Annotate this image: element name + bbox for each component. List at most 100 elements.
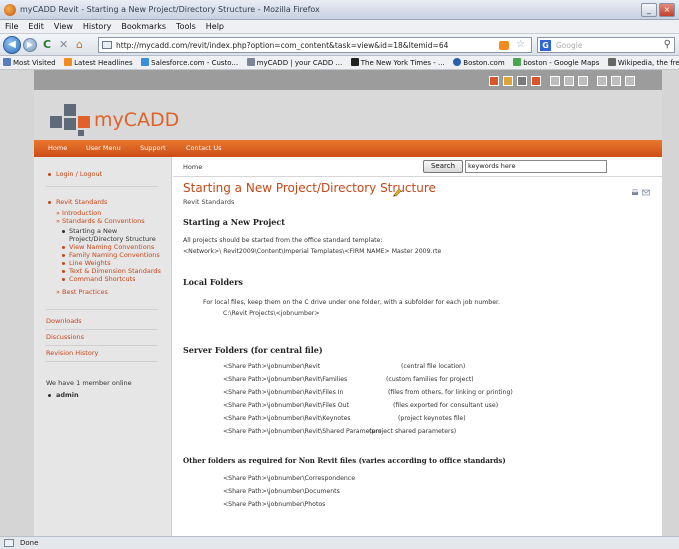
edit-pencil-icon[interactable] <box>392 187 402 197</box>
color-swatch-icon[interactable] <box>531 76 541 86</box>
other-folder-path: <Share Path>\jobnumber\Correspondence <box>223 475 356 482</box>
forward-arrow-icon: ▶ <box>26 40 34 49</box>
email-icon[interactable] <box>642 189 650 196</box>
sidebar-item-view-naming[interactable]: View Naming Conventions <box>69 243 154 251</box>
bookmark-label: Latest Headlines <box>74 59 133 67</box>
forward-button[interactable]: ▶ <box>23 38 37 52</box>
font-size-icon[interactable] <box>550 76 560 86</box>
bookmark-wikipedia[interactable]: Wikipedia, the free enc... <box>605 56 679 69</box>
sidebar-item-label: Introduction <box>62 209 102 217</box>
sidebar-item-starting-new[interactable]: Starting a New <box>69 227 117 235</box>
sidebar-item-line-weights[interactable]: Line Weights <box>69 259 111 267</box>
salesforce-icon <box>141 58 150 66</box>
stop-icon[interactable]: ✕ <box>59 38 68 52</box>
rss-feed-icon[interactable] <box>499 41 509 50</box>
sidebar-item-project-directory[interactable]: Project/Directory Structure <box>69 235 156 243</box>
window-titlebar: myCADD Revit - Starting a New Project/Di… <box>0 0 679 20</box>
nav-user-menu[interactable]: User Menu <box>86 144 121 152</box>
sidebar-item-family-naming[interactable]: Family Naming Conventions <box>69 251 160 259</box>
close-icon: × <box>663 5 671 14</box>
layout-width-icon[interactable] <box>611 76 621 86</box>
server-folder-desc: (project shared parameters) <box>369 428 457 435</box>
magnifier-icon[interactable]: ⚲ <box>664 39 671 50</box>
close-window-button[interactable]: × <box>659 3 675 17</box>
bookmark-boston[interactable]: Boston.com <box>450 56 507 69</box>
sidebar-item-introduction[interactable]: » Introduction <box>56 209 101 217</box>
menu-help[interactable]: Help <box>201 20 229 33</box>
heading-other-folders: Other folders as required for Non Revit … <box>183 456 506 465</box>
rss-bookmark-icon <box>64 58 73 66</box>
nav-contact-us[interactable]: Contact Us <box>186 144 222 152</box>
site-search-input[interactable]: keywords here <box>465 160 607 173</box>
sidebar-divider <box>46 345 158 346</box>
color-swatch-icon[interactable] <box>503 76 513 86</box>
bookmark-star-icon[interactable]: ☆ <box>516 39 525 50</box>
server-folder-path: <Share Path>\jobnumber\Revit\Keynotes <box>223 415 351 422</box>
home-icon[interactable]: ⌂ <box>76 38 83 52</box>
google-engine-icon[interactable]: G <box>540 40 551 51</box>
sidebar-item-command-shortcuts[interactable]: Command Shortcuts <box>69 275 136 283</box>
font-size-icon[interactable] <box>564 76 574 86</box>
server-folder-path: <Share Path>\jobnumber\Revit\Families <box>223 376 348 383</box>
bookmark-label: Wikipedia, the free enc... <box>617 59 679 67</box>
menu-bookmarks[interactable]: Bookmarks <box>116 20 171 33</box>
sidebar-item-text-dimension[interactable]: Text & Dimension Standards <box>69 267 161 275</box>
browser-search-box[interactable]: G Google ⚲ <box>537 37 675 53</box>
bookmark-mycadd[interactable]: myCADD | your CADD ... <box>244 56 346 69</box>
server-folder-path: <Share Path>\jobnumber\Revit\Files Out <box>223 402 350 409</box>
layout-width-icon[interactable] <box>597 76 607 86</box>
sidebar-item-standards-conventions[interactable]: » Standards & Conventions <box>56 217 145 225</box>
online-user-admin[interactable]: admin <box>56 391 79 399</box>
address-bar[interactable]: http://mycadd.com/revit/index.php?option… <box>98 37 532 53</box>
sidebar-item-login[interactable]: Login / Logout <box>56 170 102 178</box>
site-search-button[interactable]: Search <box>423 160 463 173</box>
sidebar-divider <box>46 309 158 310</box>
bullet-icon <box>62 262 65 265</box>
main-content: Home Search keywords here Starting a New… <box>173 157 662 536</box>
other-folder-path: <Share Path>\jobnumber\Photos <box>223 501 326 508</box>
firefox-icon <box>4 4 16 16</box>
bookmark-label: Most Visited <box>13 59 56 67</box>
breadcrumb[interactable]: Home <box>183 163 202 171</box>
bookmark-google-maps[interactable]: boston - Google Maps <box>510 56 602 69</box>
menu-edit[interactable]: Edit <box>23 20 49 33</box>
sidebar-item-revit-standards[interactable]: Revit Standards <box>56 198 107 206</box>
font-size-icon[interactable] <box>578 76 588 86</box>
address-url: http://mycadd.com/revit/index.php?option… <box>116 41 449 50</box>
bookmark-most-visited[interactable]: Most Visited <box>0 56 59 69</box>
section1-template-path: <Network>\ Revit2009\Content\Imperial Te… <box>183 248 442 255</box>
menu-file[interactable]: File <box>0 20 23 33</box>
bookmark-latest-headlines[interactable]: Latest Headlines <box>61 56 135 69</box>
page-viewport: myCADD Home User Menu Support Contact Us… <box>0 70 679 536</box>
layout-width-icon[interactable] <box>625 76 635 86</box>
color-swatch-icon[interactable] <box>517 76 527 86</box>
top-strip <box>34 70 662 90</box>
wikipedia-icon <box>607 58 616 66</box>
nav-home[interactable]: Home <box>48 144 67 152</box>
bullet-icon <box>62 278 65 281</box>
bullet-icon <box>48 173 51 176</box>
menu-bar: File Edit View History Bookmarks Tools Help <box>0 20 679 34</box>
minimize-button[interactable]: _ <box>641 3 657 17</box>
bookmarks-toolbar: Most Visited Latest Headlines Salesforce… <box>0 56 679 70</box>
menu-tools[interactable]: Tools <box>171 20 201 33</box>
print-icon[interactable] <box>631 189 639 196</box>
site-logo-text[interactable]: myCADD <box>94 109 179 131</box>
menu-view[interactable]: View <box>49 20 78 33</box>
bookmark-nytimes[interactable]: The New York Times - ... <box>348 56 448 69</box>
sidebar-item-downloads[interactable]: Downloads <box>46 317 82 325</box>
bookmark-label: myCADD | your CADD ... <box>256 59 343 67</box>
sidebar-item-discussions[interactable]: Discussions <box>46 333 84 341</box>
bookmark-salesforce[interactable]: Salesforce.com - Custo... <box>138 56 241 69</box>
sidebar: Login / Logout Revit Standards » Introdu… <box>34 157 172 536</box>
sidebar-item-best-practices[interactable]: » Best Practices <box>56 288 108 296</box>
reload-icon[interactable]: C <box>43 38 51 52</box>
menu-history[interactable]: History <box>78 20 116 33</box>
back-button[interactable]: ◀ <box>3 36 21 54</box>
section1-text: All projects should be started from the … <box>183 237 383 244</box>
boston-icon <box>453 58 462 66</box>
server-folder-path: <Share Path>\jobnumber\Revit\Shared Para… <box>223 428 382 435</box>
nav-support[interactable]: Support <box>140 144 166 152</box>
sidebar-item-revision-history[interactable]: Revision History <box>46 349 98 357</box>
color-swatch-icon[interactable] <box>489 76 499 86</box>
